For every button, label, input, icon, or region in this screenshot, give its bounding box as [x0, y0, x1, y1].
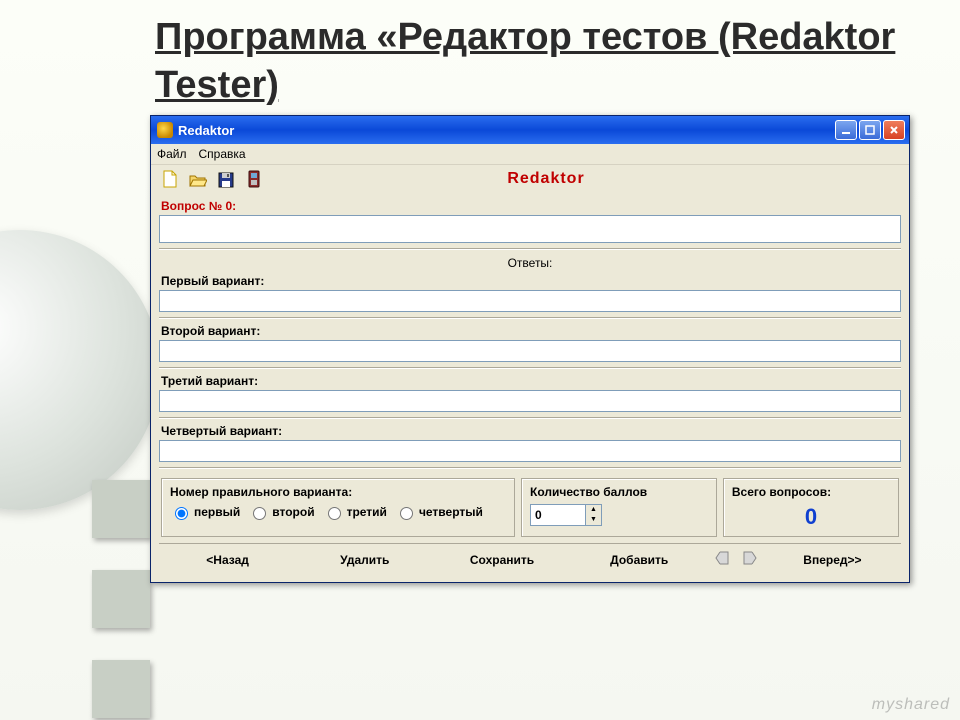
menu-file[interactable]: Файл: [157, 147, 187, 161]
total-title: Всего вопросов:: [732, 485, 890, 499]
variant-1-label: Первый вариант:: [161, 274, 899, 288]
prev-page-icon[interactable]: [708, 544, 736, 576]
divider: [159, 317, 901, 319]
question-input[interactable]: [159, 215, 901, 243]
variant-2-label: Второй вариант:: [161, 324, 899, 338]
total-value: 0: [732, 504, 890, 530]
decor-square: [92, 480, 150, 538]
correct-answer-group: Номер правильного варианта: первый второ…: [161, 478, 515, 537]
add-button[interactable]: Добавить: [571, 544, 708, 576]
radio-option-2[interactable]: второй: [248, 504, 314, 520]
divider: [159, 367, 901, 369]
correct-answer-title: Номер правильного варианта:: [170, 485, 506, 499]
radio-label: второй: [272, 505, 314, 519]
next-page-icon[interactable]: [736, 544, 764, 576]
variant-1-input[interactable]: [159, 290, 901, 312]
delete-button[interactable]: Удалить: [296, 544, 433, 576]
titlebar[interactable]: Redaktor: [151, 116, 909, 144]
maximize-button[interactable]: [859, 120, 881, 140]
radio-label: первый: [194, 505, 240, 519]
points-title: Количество баллов: [530, 485, 708, 499]
radio-option-4[interactable]: четвертый: [395, 504, 483, 520]
app-icon: [157, 122, 173, 138]
divider: [159, 248, 901, 250]
back-button[interactable]: <Назад: [159, 544, 296, 576]
decor-square: [92, 660, 150, 718]
open-folder-icon[interactable]: [189, 170, 207, 188]
variant-4-label: Четвертый вариант:: [161, 424, 899, 438]
spin-down-button[interactable]: ▼: [586, 515, 601, 525]
points-input[interactable]: [530, 504, 586, 526]
divider: [159, 467, 901, 469]
question-number-label: Вопрос № 0:: [161, 199, 899, 213]
variant-4-input[interactable]: [159, 440, 901, 462]
menu-help[interactable]: Справка: [199, 147, 246, 161]
forward-button[interactable]: Вперед>>: [764, 544, 901, 576]
decor-square: [92, 570, 150, 628]
divider: [159, 417, 901, 419]
radio-label: третий: [347, 505, 387, 519]
variant-3-input[interactable]: [159, 390, 901, 412]
slide-title: Программа «Редактор тестов (Redaktor Tes…: [155, 14, 925, 109]
radio-label: четвертый: [419, 505, 483, 519]
menubar: Файл Справка: [151, 144, 909, 165]
radio-option-3[interactable]: третий: [323, 504, 387, 520]
window-title: Redaktor: [178, 123, 234, 138]
app-window: Redaktor Файл Справка Redaktor Вопрос №: [150, 115, 910, 583]
variant-3-label: Третий вариант:: [161, 374, 899, 388]
minimize-button[interactable]: [835, 120, 857, 140]
toolbar: Redaktor: [151, 165, 909, 195]
points-group: Количество баллов ▲ ▼: [521, 478, 717, 537]
navigation-bar: <Назад Удалить Сохранить Добавить Вперед…: [159, 543, 901, 576]
save-button[interactable]: Сохранить: [433, 544, 570, 576]
device-icon[interactable]: [245, 170, 263, 188]
watermark: myshared: [872, 696, 950, 714]
new-file-icon[interactable]: [161, 170, 179, 188]
brand-label: Redaktor: [273, 170, 899, 188]
spin-up-button[interactable]: ▲: [586, 505, 601, 515]
answers-heading: Ответы:: [159, 256, 901, 270]
variant-2-input[interactable]: [159, 340, 901, 362]
radio-option-1[interactable]: первый: [170, 504, 240, 520]
close-button[interactable]: [883, 120, 905, 140]
total-group: Всего вопросов: 0: [723, 478, 899, 537]
save-floppy-icon[interactable]: [217, 170, 235, 188]
